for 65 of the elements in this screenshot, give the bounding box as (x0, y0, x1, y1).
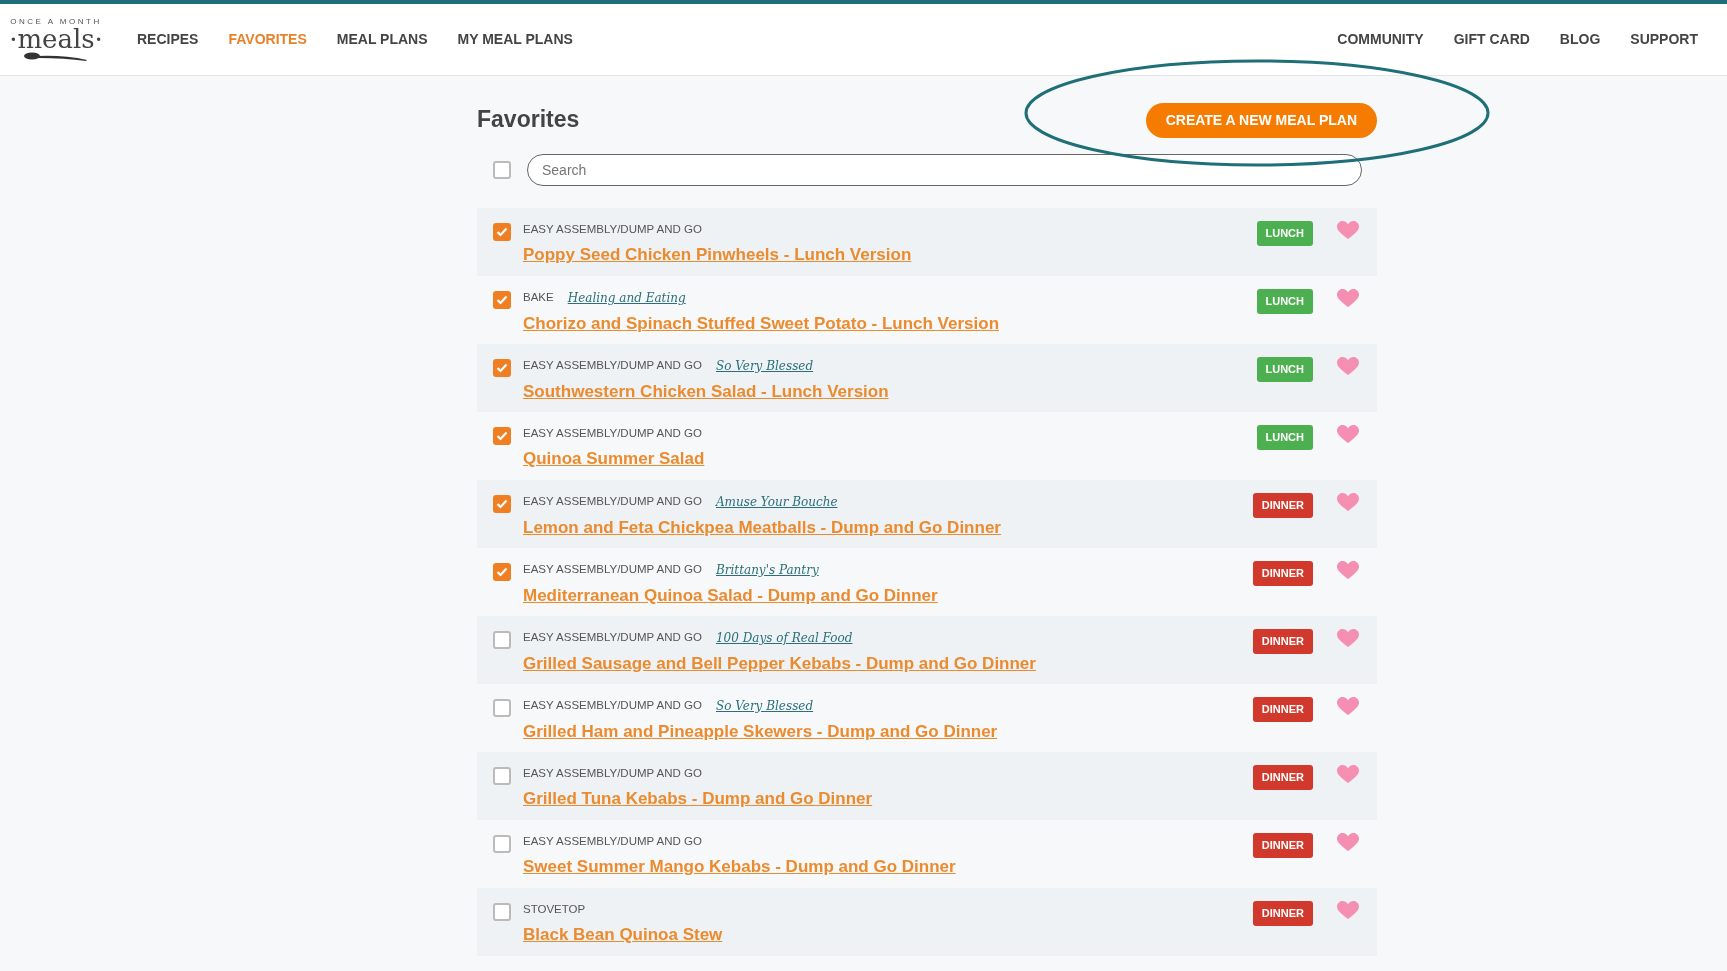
recipe-category: EASY ASSEMBLY/DUMP AND GO (523, 494, 702, 510)
select-all-checkbox[interactable] (493, 161, 511, 179)
recipe-category: EASY ASSEMBLY/DUMP AND GO (523, 222, 702, 237)
meal-type-tag: DINNER (1252, 833, 1313, 858)
recipe-category: EASY ASSEMBLY/DUMP AND GO (523, 426, 702, 441)
nav-link[interactable]: RECIPES (122, 29, 214, 50)
meal-type-tag: LUNCH (1256, 289, 1313, 314)
meal-type-tag: DINNER (1252, 629, 1313, 654)
recipe-category: EASY ASSEMBLY/DUMP AND GO (523, 834, 702, 849)
heart-icon[interactable] (1337, 221, 1359, 240)
heart-icon[interactable] (1337, 561, 1359, 580)
meal-type-tag: DINNER (1252, 493, 1313, 518)
spoon-icon (24, 51, 88, 62)
recipe-category: EASY ASSEMBLY/DUMP AND GO (523, 358, 702, 374)
recipe-category: STOVETOP (523, 902, 586, 917)
recipe-checkbox[interactable] (493, 903, 511, 921)
recipe-category: EASY ASSEMBLY/DUMP AND GO (523, 698, 702, 714)
create-meal-plan-button[interactable]: CREATE A NEW MEAL PLAN (1145, 102, 1377, 138)
recipe-checkbox[interactable] (493, 291, 511, 309)
meal-type-tag: DINNER (1252, 901, 1313, 926)
recipe-checkbox[interactable] (493, 631, 511, 649)
source-link[interactable]: 100 Days of Real Food (715, 629, 853, 647)
recipe-checkbox[interactable] (493, 359, 511, 377)
logo-wordmark[interactable]: ·meals· (9, 25, 103, 52)
source-link[interactable]: So Very Blessed (715, 357, 814, 375)
recipe-category: BAKE (523, 290, 554, 306)
recipe-checkbox[interactable] (493, 767, 511, 785)
heart-icon[interactable] (1337, 629, 1359, 648)
recipe-checkbox[interactable] (493, 427, 511, 445)
recipe-checkbox[interactable] (493, 223, 511, 241)
nav-link[interactable]: BLOG (1544, 29, 1616, 50)
search-field[interactable]: Search (527, 154, 1362, 186)
source-link[interactable]: So Very Blessed (715, 697, 814, 715)
nav-link[interactable]: GIFT CARD (1438, 29, 1545, 50)
heart-icon[interactable] (1337, 697, 1359, 716)
meal-type-tag: DINNER (1252, 561, 1313, 586)
nav-link[interactable]: MEAL PLANS (321, 29, 443, 50)
source-link[interactable]: Brittany's Pantry (715, 561, 819, 579)
recipe-checkbox[interactable] (493, 699, 511, 717)
recipe-checkbox[interactable] (493, 495, 511, 513)
recipe-category: EASY ASSEMBLY/DUMP AND GO (523, 630, 702, 646)
nav-link[interactable]: COMMUNITY (1322, 29, 1439, 50)
meal-type-tag: DINNER (1252, 697, 1313, 722)
heart-icon[interactable] (1337, 289, 1359, 308)
heart-icon[interactable] (1337, 833, 1359, 852)
recipe-checkbox[interactable] (493, 563, 511, 581)
page-title: Favorites (477, 106, 580, 134)
logo-tagline: ONCE A MONTH (10, 17, 102, 26)
heart-icon[interactable] (1337, 901, 1359, 920)
source-link[interactable]: Healing and Eating (567, 289, 686, 307)
meal-type-tag: LUNCH (1256, 357, 1313, 382)
nav-link[interactable]: FAVORITES (213, 29, 322, 50)
nav-link[interactable]: MY MEAL PLANS (442, 29, 588, 50)
meal-type-tag: DINNER (1252, 765, 1313, 790)
recipe-checkbox[interactable] (493, 835, 511, 853)
meal-type-tag: LUNCH (1256, 425, 1313, 450)
nav-link[interactable]: SUPPORT (1615, 29, 1713, 50)
recipe-category: EASY ASSEMBLY/DUMP AND GO (523, 766, 702, 781)
heart-icon[interactable] (1337, 425, 1359, 444)
recipe-category: EASY ASSEMBLY/DUMP AND GO (523, 562, 702, 578)
source-link[interactable]: Amuse Your Bouche (715, 493, 838, 511)
heart-icon[interactable] (1337, 765, 1359, 784)
heart-icon[interactable] (1337, 357, 1359, 376)
meal-type-tag: LUNCH (1256, 221, 1313, 246)
heart-icon[interactable] (1337, 493, 1359, 512)
